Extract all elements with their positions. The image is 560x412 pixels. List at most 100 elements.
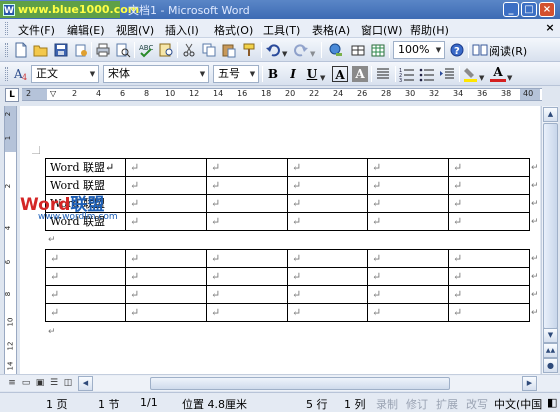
undo-dropdown-icon[interactable]: ▼ xyxy=(282,50,287,58)
numbering-icon[interactable]: 123 xyxy=(399,66,415,84)
character-border-button[interactable]: A xyxy=(332,66,348,82)
status-track-changes[interactable]: 修订 xyxy=(406,396,428,412)
align-justify-icon[interactable] xyxy=(375,66,391,82)
bullets-icon[interactable] xyxy=(419,66,435,82)
table-cell[interactable]: ↵ xyxy=(448,212,530,231)
zoom-combo[interactable]: 100% ▼ xyxy=(393,41,445,59)
table-cell[interactable]: ↵ xyxy=(287,285,368,304)
reading-layout-view-icon[interactable]: ◫ xyxy=(62,377,74,389)
table-cell[interactable]: ↵ xyxy=(125,194,207,213)
print-icon[interactable] xyxy=(95,42,111,58)
table-2[interactable]: ↵ ↵ ↵ ↵ ↵ ↵ ↵ ↵ ↵ ↵ ↵ ↵ ↵ ↵ ↵ ↵ ↵ ↵ ↵ ↵ … xyxy=(45,249,530,322)
table-cell[interactable]: ↵ xyxy=(45,249,126,268)
highlight-icon[interactable] xyxy=(463,66,479,82)
new-document-icon[interactable] xyxy=(13,42,29,58)
outline-view-icon[interactable]: ☰ xyxy=(48,377,60,389)
undo-icon[interactable] xyxy=(265,42,281,58)
table-cell[interactable]: ↵ xyxy=(206,212,288,231)
vertical-scroll-thumb[interactable] xyxy=(543,123,558,329)
underline-button[interactable]: U xyxy=(304,66,320,82)
menu-view[interactable]: 视图(V) xyxy=(116,22,154,38)
table-cell[interactable]: ↵ xyxy=(206,194,288,213)
tab-selector[interactable]: L xyxy=(5,88,19,102)
table-cell[interactable]: ↵ xyxy=(367,303,449,322)
table-cell[interactable]: ↵ xyxy=(287,303,368,322)
table-cell[interactable]: ↵ xyxy=(448,158,530,177)
vertical-ruler[interactable]: 2 1 2 4 6 8 10 12 14 xyxy=(4,106,17,374)
previous-page-button[interactable]: ▲▲ xyxy=(543,343,558,358)
insert-table-icon[interactable] xyxy=(370,42,386,58)
indent-icon[interactable] xyxy=(439,66,455,82)
hyperlink-icon[interactable] xyxy=(328,42,344,58)
menu-edit[interactable]: 编辑(E) xyxy=(67,22,105,38)
highlight-dropdown-icon[interactable]: ▼ xyxy=(479,74,484,82)
redo-dropdown-icon[interactable]: ▼ xyxy=(310,50,315,58)
close-window-button[interactable]: × xyxy=(539,2,555,17)
style-combo[interactable]: 正文 ▼ xyxy=(31,65,99,83)
help-icon[interactable]: ? xyxy=(449,42,465,58)
menu-table[interactable]: 表格(A) xyxy=(312,22,350,38)
table-cell[interactable]: ↵ xyxy=(206,285,288,304)
tables-borders-icon[interactable] xyxy=(350,42,366,58)
italic-button[interactable]: I xyxy=(285,66,301,82)
table-cell[interactable]: ↵ xyxy=(125,249,207,268)
table-cell[interactable]: ↵ xyxy=(287,194,368,213)
table-cell[interactable]: ↵ xyxy=(448,176,530,195)
table-cell[interactable]: ↵ xyxy=(45,267,126,286)
table-cell[interactable]: ↵ xyxy=(448,303,530,322)
browse-object-button[interactable]: ● xyxy=(543,358,558,373)
normal-view-icon[interactable]: ≡ xyxy=(6,377,18,389)
scroll-left-button[interactable]: ◀ xyxy=(78,376,93,391)
table-cell[interactable]: ↵ xyxy=(125,285,207,304)
table-cell[interactable]: ↵ xyxy=(287,158,368,177)
paste-icon[interactable] xyxy=(221,42,237,58)
font-color-dropdown-icon[interactable]: ▼ xyxy=(507,74,512,82)
scroll-down-button[interactable]: ▼ xyxy=(543,328,558,343)
table-cell[interactable]: ↵ xyxy=(287,176,368,195)
document-page[interactable]: Word 联盟↵ ↵ ↵ ↵ ↵ ↵ Word 联盟 ↵ ↵ ↵ ↵ ↵ Wor… xyxy=(20,106,540,374)
table-cell[interactable]: Word 联盟↵ xyxy=(45,158,126,177)
spelling-icon[interactable]: ABC xyxy=(138,42,154,58)
table-cell[interactable]: ↵ xyxy=(206,158,288,177)
table-cell[interactable]: ↵ xyxy=(45,303,126,322)
menu-format[interactable]: 格式(O) xyxy=(214,22,253,38)
table-1[interactable]: Word 联盟↵ ↵ ↵ ↵ ↵ ↵ Word 联盟 ↵ ↵ ↵ ↵ ↵ Wor… xyxy=(45,158,530,231)
table-cell[interactable]: ↵ xyxy=(287,267,368,286)
menu-file[interactable]: 文件(F) xyxy=(18,22,55,38)
table-cell[interactable]: ↵ xyxy=(367,158,449,177)
web-layout-view-icon[interactable]: ▭ xyxy=(20,377,32,389)
table-cell[interactable]: ↵ xyxy=(448,194,530,213)
table-cell[interactable]: ↵ xyxy=(206,267,288,286)
table-cell[interactable]: ↵ xyxy=(448,285,530,304)
table-cell[interactable]: ↵ xyxy=(367,176,449,195)
chevron-down-icon[interactable]: ▼ xyxy=(87,66,98,82)
menubar-grip[interactable] xyxy=(5,22,8,35)
table-cell[interactable]: ↵ xyxy=(45,285,126,304)
vertical-scrollbar[interactable]: ▲ ▼ ▲▲ ● xyxy=(541,106,558,374)
styles-formatting-icon[interactable]: A4 xyxy=(13,66,29,82)
table-cell[interactable]: ↵ xyxy=(448,249,530,268)
table-cell[interactable]: ↵ xyxy=(367,249,449,268)
menu-insert[interactable]: 插入(I) xyxy=(165,22,199,38)
scroll-right-button[interactable]: ▶ xyxy=(522,376,537,391)
menu-help[interactable]: 帮助(H) xyxy=(410,22,449,38)
table-cell[interactable]: ↵ xyxy=(367,212,449,231)
table-cell[interactable]: ↵ xyxy=(206,176,288,195)
table-cell[interactable]: ↵ xyxy=(367,285,449,304)
font-size-combo[interactable]: 五号 ▼ xyxy=(213,65,259,83)
save-icon[interactable] xyxy=(53,42,69,58)
table-cell[interactable]: ↵ xyxy=(367,194,449,213)
spelling-status-icon[interactable]: ◧ xyxy=(547,396,557,409)
horizontal-scroll-thumb[interactable] xyxy=(150,377,450,390)
table-cell[interactable]: ↵ xyxy=(125,158,207,177)
cut-icon[interactable] xyxy=(181,42,197,58)
table-cell[interactable]: ↵ xyxy=(125,303,207,322)
status-extend[interactable]: 扩展 xyxy=(436,396,458,412)
horizontal-scrollbar[interactable]: ◀ ▶ xyxy=(78,376,538,391)
menu-tools[interactable]: 工具(T) xyxy=(263,22,300,38)
table-cell[interactable]: ↵ xyxy=(287,249,368,268)
first-line-indent-marker[interactable]: ▽ xyxy=(50,89,56,98)
character-shading-button[interactable]: A xyxy=(352,66,368,82)
read-label[interactable]: 阅读(R) xyxy=(489,43,527,59)
table-cell[interactable]: ↵ xyxy=(287,212,368,231)
